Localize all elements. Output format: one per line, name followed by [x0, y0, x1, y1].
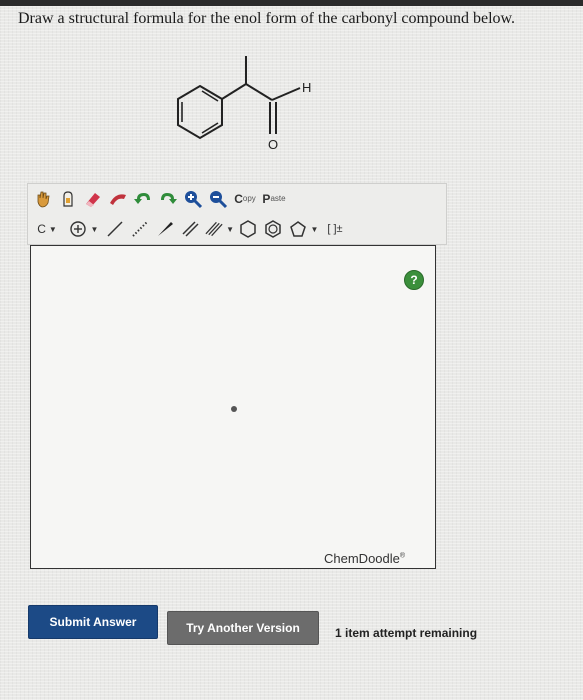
question-prompt: Draw a structural formula for the enol f…: [18, 10, 516, 27]
toolbar-row-2: C ▼ ▼ ▼ ▼ []±: [32, 216, 351, 242]
zoom-out-tool[interactable]: [207, 188, 229, 210]
benzene-icon: [265, 220, 281, 238]
redo-tool[interactable]: [157, 188, 179, 210]
single-bond-icon: [107, 221, 123, 237]
charge-bracket-tool[interactable]: [ ]±: [322, 218, 348, 240]
molecule-structure: H O: [160, 48, 340, 158]
brand-name: ChemDoodle: [324, 551, 400, 566]
paste-button[interactable]: P aste: [261, 188, 287, 210]
zoom-in-tool[interactable]: [182, 188, 204, 210]
chevron-down-icon: ▼: [90, 224, 99, 234]
atom-label-o: O: [268, 137, 278, 152]
double-bond-tool[interactable]: [179, 218, 201, 240]
undo-icon: [134, 193, 150, 204]
triple-bond-tool[interactable]: ▼: [204, 218, 234, 240]
copy-button[interactable]: C opy: [232, 188, 258, 210]
chevron-down-icon: ▼: [48, 224, 57, 234]
paste-label-small: aste: [270, 194, 286, 203]
chemdoodle-brand: ChemDoodle®: [324, 551, 406, 566]
pentagon-icon: [289, 221, 306, 237]
clear-tool[interactable]: [107, 188, 129, 210]
redo-icon: [161, 193, 177, 204]
wedge-bond-tool[interactable]: [154, 218, 176, 240]
chevron-down-icon: ▼: [310, 224, 319, 234]
paste-label-big: P: [262, 192, 271, 206]
aldehyde-h-bond: [271, 87, 301, 101]
element-selector[interactable]: C ▼: [32, 218, 62, 240]
drawing-canvas[interactable]: ? ChemDoodle®: [30, 245, 436, 569]
zoom-in-icon: [185, 191, 203, 209]
submit-answer-button[interactable]: Submit Answer: [28, 605, 158, 639]
chain-bond: [245, 83, 273, 101]
registered-mark: ®: [399, 552, 406, 560]
atom-label-h: H: [302, 80, 311, 95]
ring-pentagon-tool[interactable]: ▼: [287, 218, 319, 240]
copy-label-small: opy: [242, 194, 256, 203]
hand-icon: [37, 191, 50, 208]
zoom-out-icon: [210, 191, 228, 209]
ring-benzene-tool[interactable]: [262, 218, 284, 240]
hashed-bond-icon: [132, 221, 148, 237]
triple-bond-icon: [205, 221, 223, 237]
chem-editor: C opy P aste C ▼ ▼ ▼ ▼ []± ? ChemDoodle…: [27, 183, 447, 573]
chevron-down-icon: ▼: [226, 224, 234, 234]
hexagon-icon: [240, 220, 256, 238]
canvas-cursor-dot: [231, 406, 237, 412]
charge-bracket-label: [ ]±: [327, 223, 343, 235]
ring-cyclohexane-tool[interactable]: [237, 218, 259, 240]
hand-tool[interactable]: [32, 188, 54, 210]
charge-selector[interactable]: ▼: [65, 218, 101, 240]
molecule-drawing: H O: [177, 56, 311, 152]
eraser-tool[interactable]: [82, 188, 104, 210]
toolbar-row-1: C opy P aste: [32, 186, 290, 212]
double-bond-icon: [182, 221, 199, 237]
help-icon[interactable]: ?: [404, 270, 424, 290]
top-bar: [0, 0, 583, 6]
hashed-bond-tool[interactable]: [129, 218, 151, 240]
eraser-icon: [86, 193, 100, 207]
chain-bond: [221, 83, 247, 100]
lasso-icon: [63, 191, 73, 207]
try-another-version-button[interactable]: Try Another Version: [167, 611, 319, 645]
copy-label-big: C: [234, 192, 243, 206]
plus-circle-icon: [69, 221, 86, 237]
element-label: C: [37, 222, 46, 236]
wedge-bond-icon: [158, 222, 173, 236]
single-bond-tool[interactable]: [104, 218, 126, 240]
undo-tool[interactable]: [132, 188, 154, 210]
benzene-ring: [177, 84, 223, 140]
broom-icon: [110, 194, 126, 205]
editor-toolbar: C opy P aste C ▼ ▼ ▼ ▼ []±: [27, 183, 447, 245]
attempts-remaining-text: 1 item attempt remaining: [335, 626, 478, 640]
lasso-tool[interactable]: [57, 188, 79, 210]
